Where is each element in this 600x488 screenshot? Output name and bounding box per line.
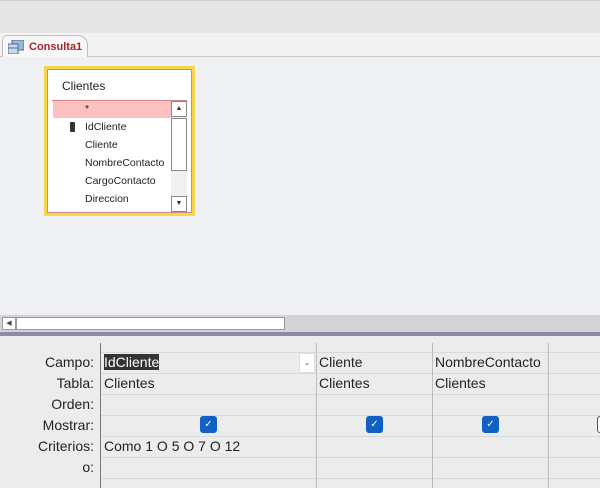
table-title: Clientes bbox=[62, 79, 106, 93]
scroll-down-icon[interactable]: ▼ bbox=[171, 196, 187, 212]
tab-consulta1[interactable]: Consulta1 bbox=[2, 35, 88, 58]
criterios-cell-1[interactable]: Como 1 O 5 O 7 O 12 bbox=[104, 438, 240, 454]
document-tab-bar: Consulta1 bbox=[0, 33, 600, 58]
row-label-tabla: Tabla: bbox=[56, 375, 94, 391]
field-idcliente[interactable]: IdCliente bbox=[53, 119, 173, 136]
query-grid: IdCliente ⌄ Clientes ✓ Como 1 O 5 O 7 O … bbox=[100, 343, 600, 488]
horizontal-scrollbar[interactable]: ◀ bbox=[0, 315, 600, 332]
row-label-o: o: bbox=[82, 459, 94, 475]
tabla-cell-3[interactable]: Clientes bbox=[435, 375, 486, 391]
campo-cell-2[interactable]: Cliente bbox=[319, 354, 431, 370]
row-label-orden: Orden: bbox=[51, 396, 94, 412]
row-label-criterios: Criterios: bbox=[37, 438, 94, 454]
field-nombrecontacto[interactable]: NombreContacto bbox=[53, 155, 173, 172]
tab-label: Consulta1 bbox=[29, 41, 83, 53]
mostrar-checkbox-2[interactable]: ✓ bbox=[366, 416, 383, 433]
field-label: IdCliente bbox=[85, 121, 127, 133]
campo-cell-3[interactable]: NombreContacto bbox=[435, 354, 547, 370]
field-direccion[interactable]: Direccion bbox=[53, 191, 173, 208]
mostrar-checkbox-1[interactable]: ✓ bbox=[200, 416, 217, 433]
mostrar-checkbox-3[interactable]: ✓ bbox=[482, 416, 499, 433]
tabla-cell-1[interactable]: Clientes bbox=[104, 375, 155, 391]
row-label-campo: Campo: bbox=[44, 354, 94, 370]
scroll-up-icon[interactable]: ▲ bbox=[171, 101, 187, 117]
campo-cell-1[interactable]: IdCliente bbox=[104, 354, 160, 370]
query-icon bbox=[8, 40, 24, 54]
chevron-down-icon[interactable]: ⌄ bbox=[299, 353, 315, 373]
field-cargocontacto[interactable]: CargoContacto bbox=[53, 173, 173, 190]
tabla-cell-2[interactable]: Clientes bbox=[319, 375, 370, 391]
scroll-thumb[interactable] bbox=[171, 118, 187, 171]
row-label-mostrar: Mostrar: bbox=[42, 417, 94, 433]
field-all[interactable]: * bbox=[53, 101, 173, 118]
ribbon-area bbox=[0, 0, 600, 33]
scroll-thumb[interactable] bbox=[16, 317, 285, 330]
scroll-left-icon[interactable]: ◀ bbox=[2, 317, 16, 330]
field-cliente[interactable]: Cliente bbox=[53, 137, 173, 154]
table-clientes[interactable]: Clientes * IdCliente Cliente NombreConta… bbox=[44, 66, 195, 216]
table-scrollbar[interactable]: ▲ ▼ bbox=[171, 101, 187, 212]
primary-key-icon bbox=[70, 122, 75, 132]
